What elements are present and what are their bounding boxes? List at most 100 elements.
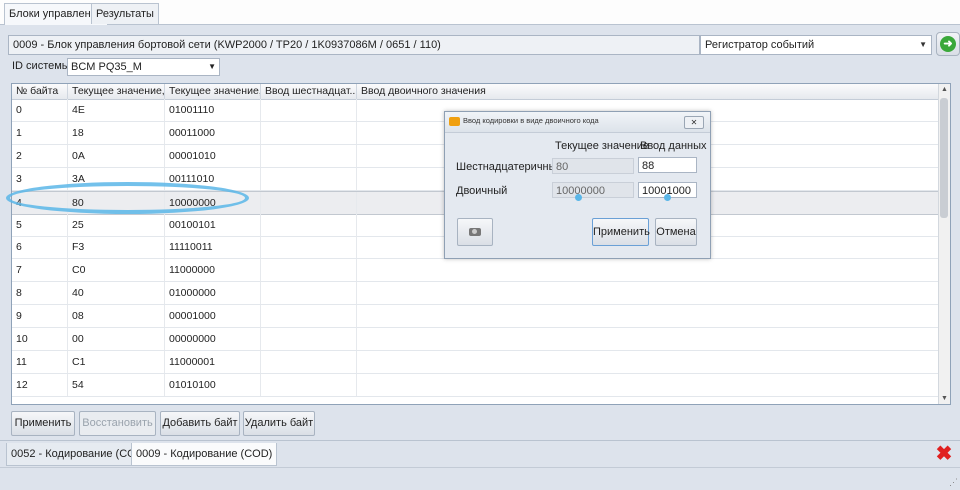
scroll-down-icon[interactable]: ▼ bbox=[941, 395, 948, 402]
cell-current-hex: 54 bbox=[68, 373, 165, 396]
cell-input-hex[interactable] bbox=[261, 144, 357, 167]
restore-button[interactable]: Восстановить bbox=[79, 411, 156, 436]
binary-coding-dialog: Ввод кодировки в виде двоичного кода ✕ Т… bbox=[444, 111, 711, 259]
cell-input-bin[interactable] bbox=[357, 282, 942, 305]
table-row[interactable]: 9 08 00001000 bbox=[12, 305, 950, 329]
cell-byte-no: 9 bbox=[12, 305, 68, 328]
add-byte-button[interactable]: Добавить байт bbox=[160, 411, 240, 436]
top-tab-bar: Блоки управления Результаты bbox=[0, 0, 960, 26]
cell-input-bin[interactable] bbox=[357, 328, 942, 350]
cell-input-hex[interactable] bbox=[261, 236, 357, 259]
dialog-close-button[interactable]: ✕ bbox=[684, 116, 704, 129]
chevron-down-icon: ▼ bbox=[208, 62, 216, 71]
cell-byte-no: 0 bbox=[12, 99, 68, 121]
table-row[interactable]: 7 C0 11000000 bbox=[12, 259, 950, 283]
system-id-value: BCM PQ35_M bbox=[71, 61, 142, 73]
table-row[interactable]: 12 54 01010100 bbox=[12, 373, 950, 397]
cell-input-hex[interactable] bbox=[261, 121, 357, 144]
system-id-select[interactable]: BCM PQ35_M ▼ bbox=[67, 58, 220, 76]
cell-input-hex[interactable] bbox=[261, 259, 357, 282]
cell-byte-no: 10 bbox=[12, 328, 68, 350]
annotation-dot bbox=[575, 194, 582, 201]
cell-current-hex: 25 bbox=[68, 213, 165, 236]
app-icon bbox=[449, 117, 460, 126]
cell-current-bin: 00001000 bbox=[165, 305, 261, 328]
cell-byte-no: 8 bbox=[12, 282, 68, 305]
camera-lens bbox=[472, 229, 477, 234]
cell-current-hex: 00 bbox=[68, 328, 165, 350]
cell-current-hex: C0 bbox=[68, 259, 165, 282]
cell-byte-no: 7 bbox=[12, 259, 68, 282]
ecu-description: 0009 - Блок управления бортовой сети (KW… bbox=[8, 35, 700, 55]
vertical-scrollbar[interactable]: ▲ ▼ bbox=[938, 84, 950, 404]
cell-byte-no: 11 bbox=[12, 350, 68, 373]
header-byte-no[interactable]: № байта bbox=[12, 84, 68, 99]
cell-input-bin[interactable] bbox=[357, 305, 942, 328]
cell-input-bin[interactable] bbox=[357, 259, 942, 282]
col-current-label: Текущее значение bbox=[555, 140, 650, 152]
cell-current-bin: 11000001 bbox=[165, 350, 261, 373]
cell-current-bin: 01001110 bbox=[165, 99, 261, 121]
cell-current-bin: 11000000 bbox=[165, 259, 261, 282]
system-id-label: ID системы bbox=[12, 60, 70, 72]
resize-grip-icon[interactable]: ⋰ bbox=[949, 477, 958, 488]
event-recorder-label: Регистратор событий bbox=[705, 39, 815, 51]
cell-current-hex: 18 bbox=[68, 121, 165, 144]
hex-input-field[interactable]: 88 bbox=[638, 157, 697, 173]
dialog-titlebar: Ввод кодировки в виде двоичного кода ✕ bbox=[445, 112, 710, 133]
cell-input-hex[interactable] bbox=[261, 99, 357, 121]
cell-input-hex[interactable] bbox=[261, 167, 357, 190]
cell-byte-no: 6 bbox=[12, 236, 68, 259]
cell-input-bin[interactable] bbox=[357, 373, 942, 396]
cell-input-hex[interactable] bbox=[261, 305, 357, 328]
cell-current-hex: 0A bbox=[68, 144, 165, 167]
bin-label: Двоичный bbox=[456, 185, 508, 197]
cell-input-hex[interactable] bbox=[261, 350, 357, 373]
cell-current-hex: 40 bbox=[68, 282, 165, 305]
cell-input-hex[interactable] bbox=[261, 213, 357, 236]
cell-byte-no: 2 bbox=[12, 144, 68, 167]
cell-current-hex: 08 bbox=[68, 305, 165, 328]
dialog-title: Ввод кодировки в виде двоичного кода bbox=[463, 116, 599, 125]
cell-current-bin: 11110011 bbox=[165, 236, 261, 259]
scroll-thumb[interactable] bbox=[940, 98, 948, 218]
cell-current-hex: C1 bbox=[68, 350, 165, 373]
cell-current-hex: 4E bbox=[68, 99, 165, 121]
hex-label: Шестнадцатеричный bbox=[456, 161, 563, 173]
cell-byte-no: 5 bbox=[12, 213, 68, 236]
cell-byte-no: 12 bbox=[12, 373, 68, 396]
apply-button[interactable]: Применить bbox=[11, 411, 75, 436]
table-row[interactable]: 10 00 00000000 bbox=[12, 328, 950, 351]
cell-input-bin[interactable] bbox=[357, 350, 942, 373]
cell-input-hex[interactable] bbox=[261, 328, 357, 350]
header-current-bin[interactable]: Текущее значение,... bbox=[165, 84, 261, 99]
cell-current-bin: 00000000 bbox=[165, 328, 261, 350]
cell-input-hex[interactable] bbox=[261, 282, 357, 305]
header-input-hex[interactable]: Ввод шестнадцат... bbox=[261, 84, 357, 99]
hex-current-value: 80 bbox=[552, 158, 634, 174]
cell-current-bin: 00001010 bbox=[165, 144, 261, 167]
tab-0009-coding[interactable]: 0009 - Кодирование (COD) bbox=[131, 443, 278, 466]
cell-input-hex[interactable] bbox=[261, 373, 357, 396]
scroll-up-icon[interactable]: ▲ bbox=[941, 86, 948, 93]
screenshot-button[interactable] bbox=[457, 218, 493, 246]
header-input-bin[interactable]: Ввод двоичного значения bbox=[357, 84, 941, 99]
tab-results[interactable]: Результаты bbox=[91, 3, 159, 24]
chevron-down-icon: ▼ bbox=[919, 40, 927, 49]
dialog-cancel-button[interactable]: Отмена bbox=[655, 218, 697, 246]
cell-current-bin: 00100101 bbox=[165, 213, 261, 236]
cell-byte-no: 1 bbox=[12, 121, 68, 144]
event-recorder-select[interactable]: Регистратор событий ▼ bbox=[700, 35, 932, 55]
close-icon[interactable]: ✖ bbox=[934, 444, 954, 464]
cell-current-bin: 01000000 bbox=[165, 282, 261, 305]
delete-byte-button[interactable]: Удалить байт bbox=[243, 411, 315, 436]
dialog-apply-button[interactable]: Применить bbox=[592, 218, 650, 246]
table-row[interactable]: 11 C1 11000001 bbox=[12, 350, 950, 374]
table-row[interactable]: 8 40 01000000 bbox=[12, 282, 950, 306]
header-current-hex[interactable]: Текущее значение,... bbox=[68, 84, 165, 99]
status-bar: ⋰ bbox=[0, 467, 960, 490]
cell-input-hex[interactable] bbox=[261, 191, 357, 214]
highlight-annotation bbox=[6, 182, 249, 214]
go-button[interactable]: ➜ bbox=[936, 32, 960, 56]
cell-current-bin: 00011000 bbox=[165, 121, 261, 144]
